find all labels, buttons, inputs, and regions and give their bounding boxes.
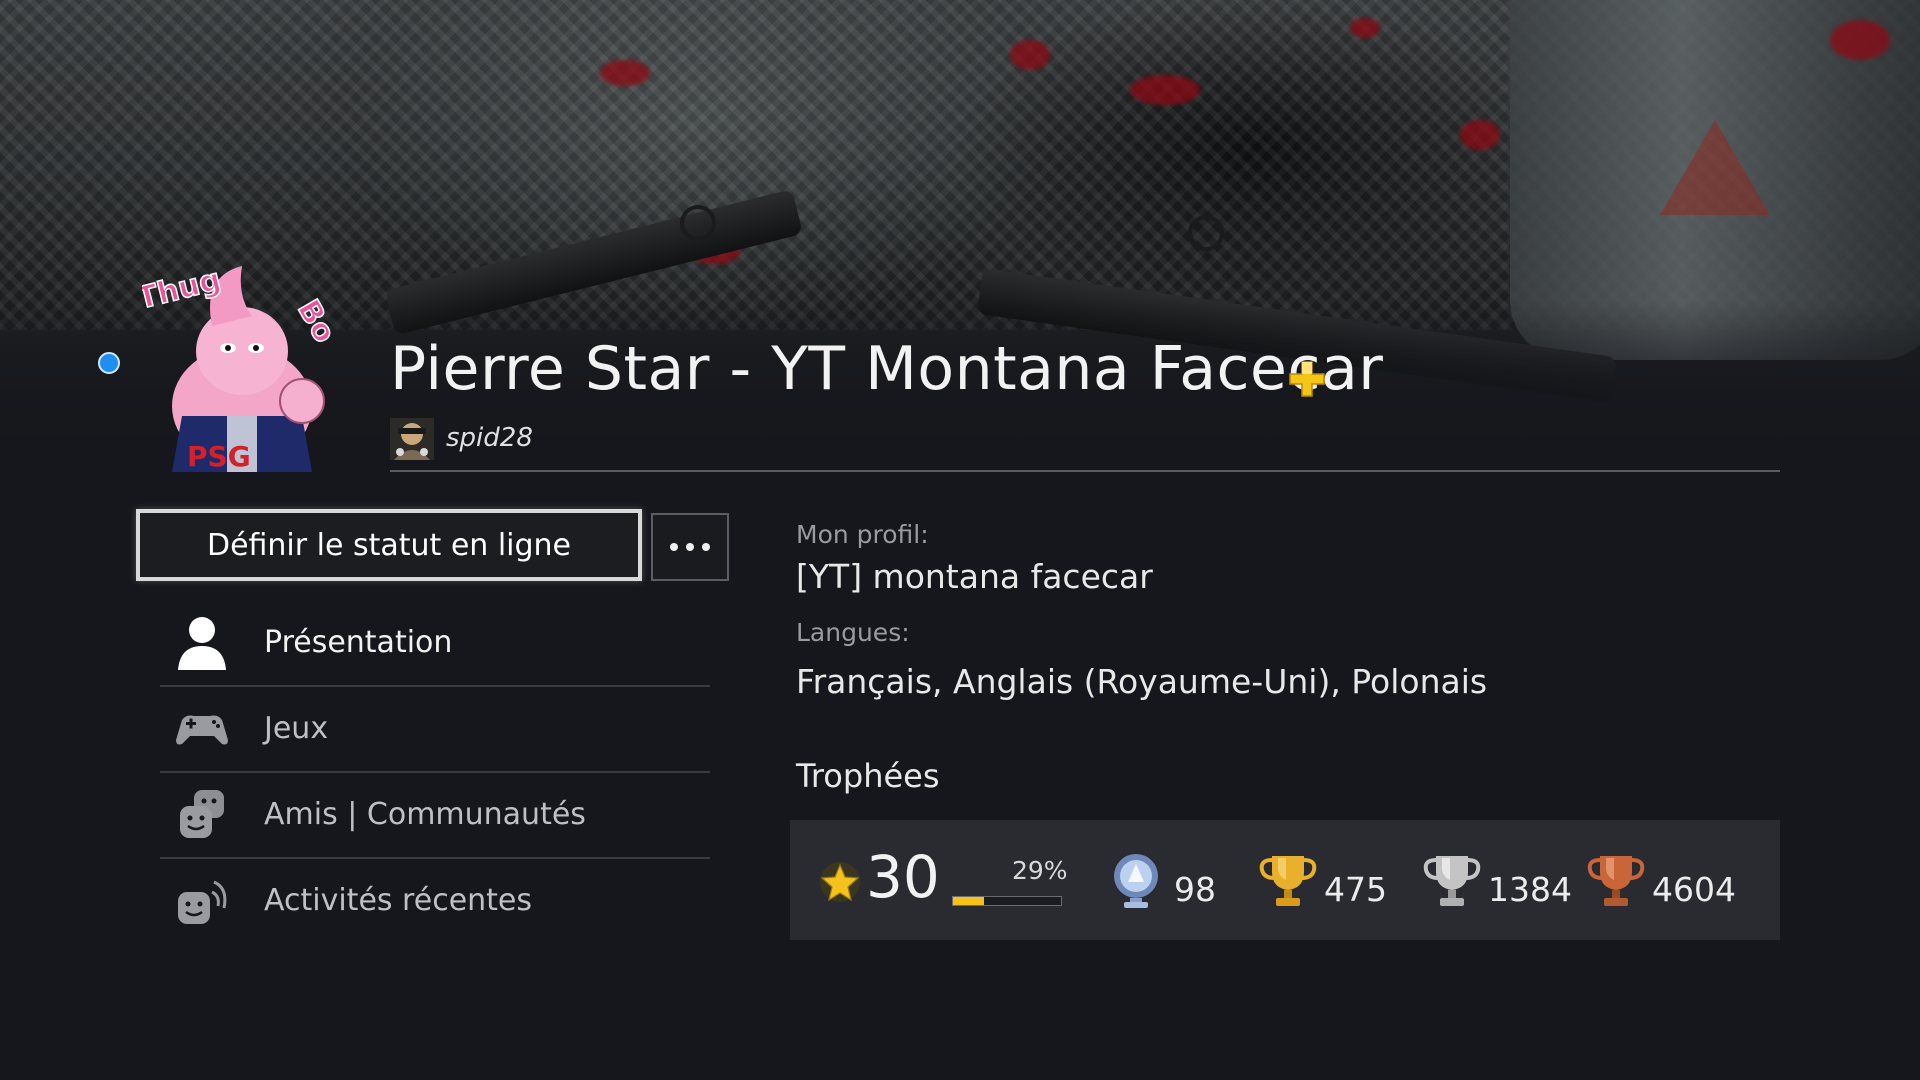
activity-icon xyxy=(172,870,232,930)
menu-item-label: Amis | Communautés xyxy=(264,796,586,832)
player-name: Pierre Star - YT Montana Facecar xyxy=(390,334,1384,404)
psn-online-id: spid28 xyxy=(446,423,533,453)
header-divider xyxy=(390,470,1780,472)
small-avatar-icon xyxy=(390,418,434,460)
languages-value: Français, Anglais (Royaume-Uni), Polonai… xyxy=(796,662,1488,701)
friends-icon xyxy=(172,784,232,844)
trophy-level: 30 xyxy=(866,843,940,911)
menu-item-recent-activities[interactable]: Activités récentes xyxy=(160,858,710,942)
trophy-level-star-icon xyxy=(820,862,860,902)
level-progress-bar xyxy=(952,896,1062,906)
bronze-trophy-count: 4604 xyxy=(1652,870,1736,909)
svg-text:Bo: Bo xyxy=(290,294,342,349)
trophies-heading: Trophées xyxy=(796,757,940,795)
languages-label: Langues: xyxy=(796,618,910,647)
level-progress-fill xyxy=(953,897,985,905)
platinum-trophy-count: 98 xyxy=(1174,870,1216,909)
platinum-trophy-icon xyxy=(1114,854,1158,908)
menu-item-games[interactable]: Jeux xyxy=(160,686,710,770)
menu-item-label: Jeux xyxy=(264,710,329,746)
silver-trophy-count: 1384 xyxy=(1488,870,1572,909)
playstation-plus-icon xyxy=(1289,361,1325,397)
avatar[interactable]: PSG Thug Bo xyxy=(142,256,348,472)
gold-trophy-count: 475 xyxy=(1324,870,1387,909)
level-progress-percent: 29% xyxy=(1012,856,1068,885)
bronze-trophy-icon xyxy=(1587,856,1645,906)
silver-trophy-icon xyxy=(1423,856,1481,906)
person-icon xyxy=(172,612,232,672)
menu-item-presentation[interactable]: Présentation xyxy=(160,600,710,684)
menu-item-label: Présentation xyxy=(264,624,453,660)
more-options-button[interactable] xyxy=(651,513,729,581)
gamepad-icon xyxy=(172,698,232,758)
more-options-icon xyxy=(670,543,678,551)
menu-item-friends-communities[interactable]: Amis | Communautés xyxy=(160,772,710,856)
online-status-indicator xyxy=(98,352,120,374)
gold-trophy-icon xyxy=(1259,856,1317,906)
set-online-status-button[interactable]: Définir le statut en ligne xyxy=(136,509,642,581)
svg-text:PSG: PSG xyxy=(187,440,251,472)
about-me-label: Mon profil: xyxy=(796,520,929,549)
menu-item-label: Activités récentes xyxy=(264,882,533,918)
about-me-value: [YT] montana facecar xyxy=(796,557,1153,596)
